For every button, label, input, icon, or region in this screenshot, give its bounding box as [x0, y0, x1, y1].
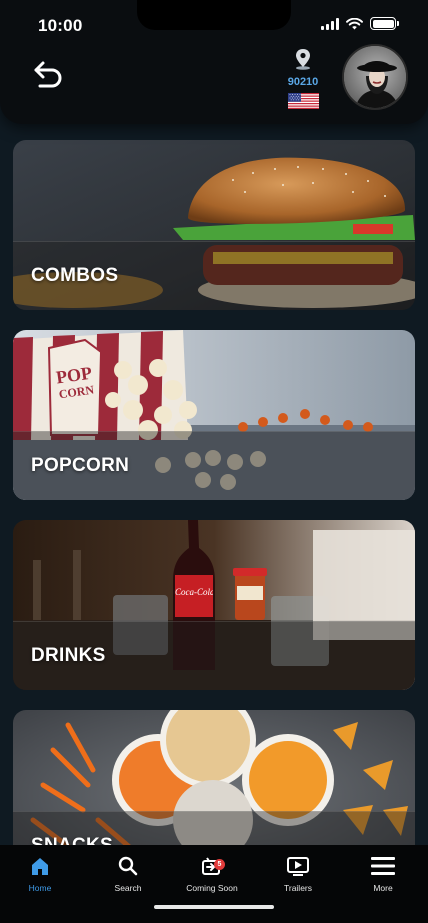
- notification-badge: 5: [214, 859, 225, 870]
- back-arrow-icon: [34, 61, 62, 88]
- category-label: POPCORN: [31, 455, 130, 476]
- status-time: 10:00: [38, 16, 83, 35]
- category-card-popcorn[interactable]: POP CORN POPCORN: [13, 330, 415, 500]
- header: 10:00 90210: [0, 0, 428, 124]
- cellular-signal-icon: [321, 17, 339, 30]
- cola-bottle-label: Coca-Cola: [175, 587, 213, 597]
- category-label: COMBOS: [31, 265, 119, 286]
- category-label: DRINKS: [31, 645, 106, 666]
- tab-search[interactable]: Search: [98, 853, 158, 893]
- screen: 10:00 90210 COMBOS POP CORN POPCORN Coca…: [0, 0, 428, 923]
- tab-trailers[interactable]: Trailers: [268, 853, 328, 893]
- home-indicator[interactable]: [154, 905, 274, 909]
- tab-coming-soon[interactable]: 5 Coming Soon: [182, 853, 242, 893]
- tab-label: Trailers: [283, 883, 313, 893]
- menu-icon: [371, 857, 395, 875]
- location-selector[interactable]: 90210: [280, 48, 326, 88]
- tab-label: Coming Soon: [186, 883, 238, 893]
- us-flag-icon[interactable]: [288, 93, 319, 109]
- trailers-icon: [287, 857, 309, 876]
- tab-label: Home: [28, 883, 52, 893]
- back-button[interactable]: [28, 54, 68, 94]
- tab-bar: Home Search 5 Coming Soon Trailers More: [0, 845, 428, 923]
- avatar-photo: [344, 46, 406, 108]
- location-zip: 90210: [287, 76, 319, 88]
- category-card-drinks[interactable]: Coca-Cola DRINKS: [13, 520, 415, 690]
- tab-label: Search: [114, 883, 142, 893]
- tab-home[interactable]: Home: [10, 853, 70, 893]
- search-icon: [118, 856, 138, 876]
- category-card-combos[interactable]: COMBOS: [13, 140, 415, 310]
- category-list: COMBOS POP CORN POPCORN Coca-Cola DRINKS: [13, 140, 415, 900]
- user-avatar[interactable]: [342, 44, 408, 110]
- home-icon: [32, 858, 48, 875]
- location-pin-icon: [296, 49, 310, 70]
- tab-label: More: [373, 883, 393, 893]
- device-notch: [137, 0, 291, 30]
- wifi-icon: [346, 17, 363, 29]
- battery-icon: [370, 17, 399, 30]
- popcorn-bag-text: POP CORN: [51, 363, 99, 402]
- status-icons: [321, 17, 399, 30]
- tab-more[interactable]: More: [353, 853, 413, 893]
